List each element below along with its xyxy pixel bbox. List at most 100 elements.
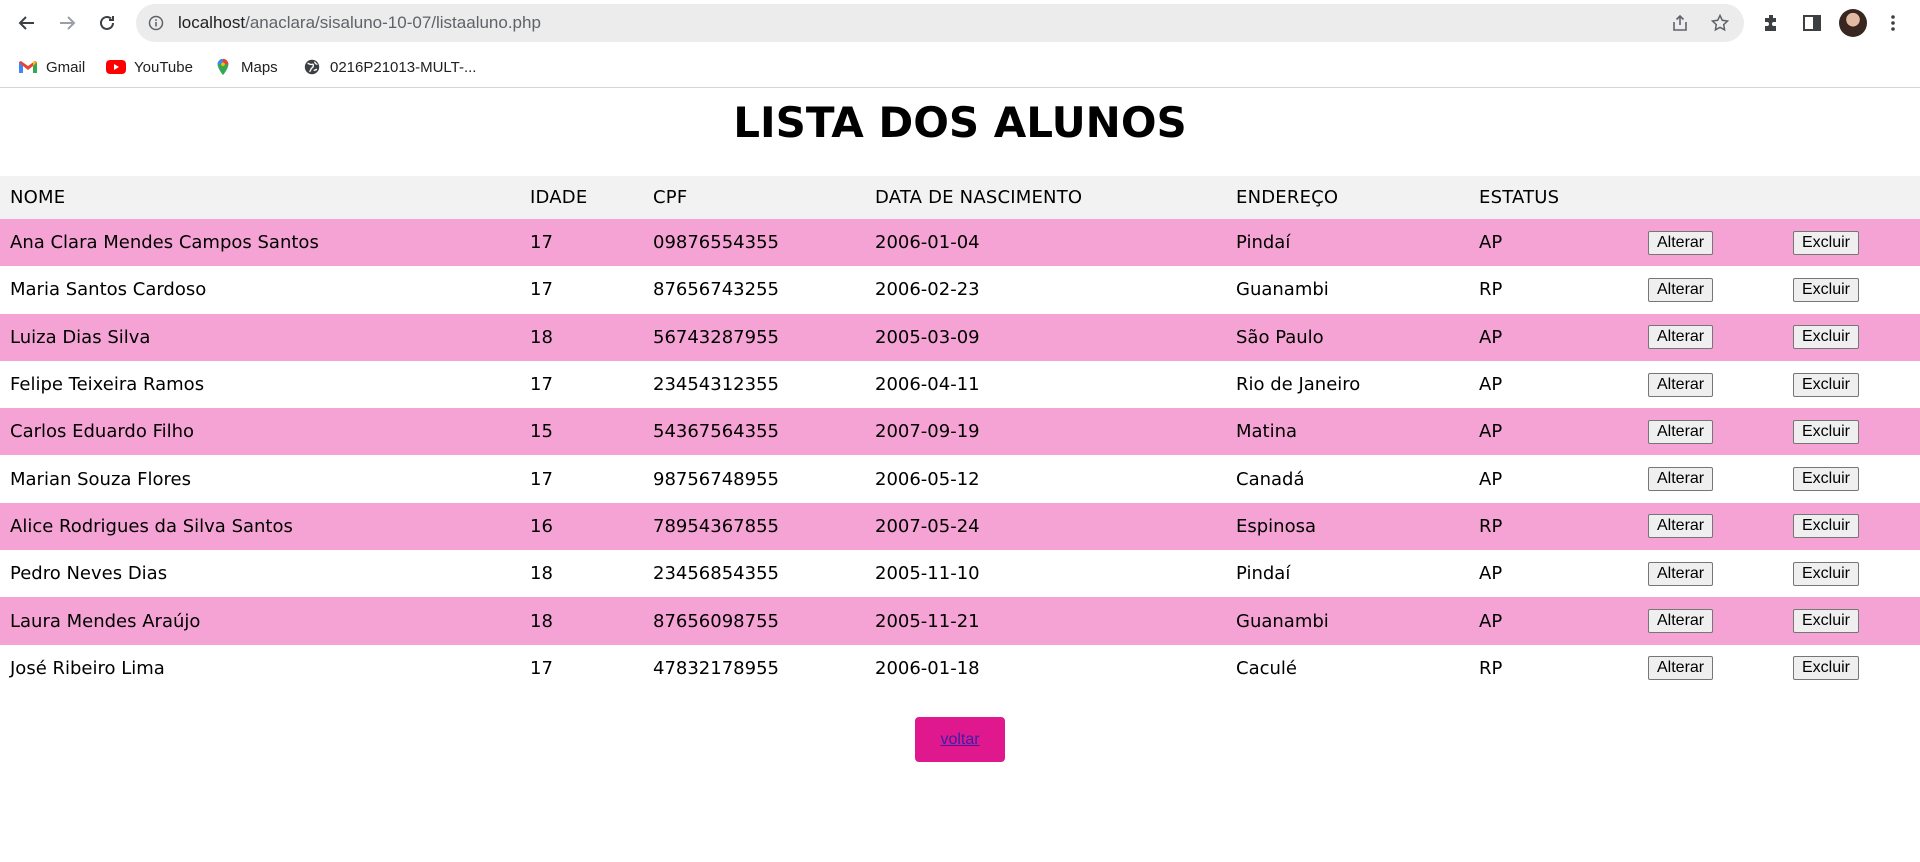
excluir-button[interactable]: Excluir	[1793, 419, 1860, 444]
cell-nome: Luiza Dias Silva	[0, 313, 520, 361]
alterar-button[interactable]: Alterar	[1648, 656, 1714, 681]
star-icon[interactable]	[1710, 13, 1730, 33]
cell-alterar: Alterar	[1628, 550, 1773, 598]
info-icon	[148, 15, 164, 31]
cell-data-nascimento: 2005-11-21	[865, 597, 1226, 645]
excluir-button[interactable]: Excluir	[1793, 467, 1860, 492]
cell-data-nascimento: 2005-03-09	[865, 313, 1226, 361]
cell-data-nascimento: 2005-11-10	[865, 550, 1226, 598]
excluir-button[interactable]: Excluir	[1793, 230, 1860, 255]
cell-excluir: Excluir	[1773, 266, 1920, 314]
table-row: Felipe Teixeira Ramos 17 23454312355 2006-0…	[0, 360, 1920, 409]
alterar-button[interactable]: Alterar	[1648, 609, 1714, 634]
alterar-button[interactable]: Alterar	[1648, 419, 1714, 444]
maps-icon	[217, 58, 229, 76]
cell-nome: José Ribeiro Lima	[0, 644, 520, 692]
cell-alterar: Alterar	[1628, 455, 1773, 503]
cell-cpf: 09876554355	[643, 219, 865, 267]
cell-excluir: Excluir	[1773, 644, 1920, 692]
col-header-estatus: ESTATUS	[1469, 176, 1628, 219]
cell-alterar: Alterar	[1628, 597, 1773, 645]
cell-excluir: Excluir	[1773, 219, 1920, 267]
cell-endereco: Rio de Janeiro	[1226, 360, 1469, 409]
col-header-alterar	[1628, 176, 1773, 219]
cell-estatus: AP	[1469, 313, 1628, 361]
excluir-button[interactable]: Excluir	[1793, 372, 1860, 397]
cell-excluir: Excluir	[1773, 408, 1920, 456]
excluir-button[interactable]: Excluir	[1793, 277, 1860, 302]
cell-endereco: Pindaí	[1226, 550, 1469, 598]
back-button[interactable]	[11, 7, 43, 39]
cell-idade: 18	[520, 313, 643, 361]
cell-cpf: 23454312355	[643, 360, 865, 409]
table-row: Marian Souza Flores 17 98756748955 2006-05-…	[0, 455, 1920, 503]
cell-estatus: RP	[1469, 644, 1628, 692]
cell-cpf: 78954367855	[643, 502, 865, 551]
alterar-button[interactable]: Alterar	[1648, 467, 1714, 492]
extensions-icon[interactable]	[1761, 12, 1783, 34]
cell-excluir: Excluir	[1773, 360, 1920, 409]
cell-estatus: RP	[1469, 502, 1628, 551]
cell-nome: Alice Rodrigues da Silva Santos	[0, 502, 520, 551]
cell-estatus: AP	[1469, 219, 1628, 267]
table-row: Carlos Eduardo Filho 15 54367564355 2007-09…	[0, 408, 1920, 456]
bookmark-gmail[interactable]: Gmail	[18, 56, 85, 78]
cell-nome: Felipe Teixeira Ramos	[0, 360, 520, 409]
cell-estatus: AP	[1469, 360, 1628, 409]
bookmark-label: YouTube	[134, 58, 193, 76]
excluir-button[interactable]: Excluir	[1793, 561, 1860, 586]
bookmark-mult[interactable]: 0216P21013-MULT-...	[302, 56, 476, 78]
youtube-icon	[106, 60, 126, 74]
cell-idade: 17	[520, 455, 643, 503]
excluir-button[interactable]: Excluir	[1793, 609, 1860, 634]
bookmark-maps[interactable]: Maps	[213, 56, 278, 78]
forward-button[interactable]	[51, 7, 83, 39]
cell-nome: Carlos Eduardo Filho	[0, 408, 520, 456]
alterar-button[interactable]: Alterar	[1648, 230, 1714, 255]
reload-button[interactable]	[91, 7, 123, 39]
address-bar[interactable]: localhost/anaclara/sisaluno-10-07/listaa…	[136, 4, 1744, 42]
table-row: José Ribeiro Lima 17 47832178955 2006-01-18…	[0, 644, 1920, 692]
voltar-link[interactable]: voltar	[940, 731, 979, 749]
page-title: LISTA DOS ALUNOS	[733, 98, 1187, 147]
cell-nome: Laura Mendes Araújo	[0, 597, 520, 645]
cell-cpf: 54367564355	[643, 408, 865, 456]
cell-excluir: Excluir	[1773, 502, 1920, 551]
cell-idade: 18	[520, 597, 643, 645]
alterar-button[interactable]: Alterar	[1648, 372, 1714, 397]
browser-toolbar: localhost/anaclara/sisaluno-10-07/listaa…	[0, 0, 1920, 46]
side-panel-icon[interactable]	[1801, 12, 1823, 34]
cell-endereco: São Paulo	[1226, 313, 1469, 361]
col-header-idade: IDADE	[520, 176, 643, 219]
excluir-button[interactable]: Excluir	[1793, 514, 1860, 539]
alterar-button[interactable]: Alterar	[1648, 277, 1714, 302]
cell-endereco: Pindaí	[1226, 219, 1469, 267]
cell-data-nascimento: 2006-01-18	[865, 644, 1226, 692]
alterar-button[interactable]: Alterar	[1648, 514, 1714, 539]
table-header-row: NOME IDADE CPF DATA DE NASCIMENTO ENDERE…	[0, 176, 1920, 219]
col-header-nome: NOME	[0, 176, 520, 219]
table-row: Alice Rodrigues da Silva Santos 16 7895436…	[0, 502, 1920, 551]
cell-alterar: Alterar	[1628, 502, 1773, 551]
col-header-excluir	[1773, 176, 1920, 219]
excluir-button[interactable]: Excluir	[1793, 325, 1860, 350]
cell-data-nascimento: 2006-04-11	[865, 360, 1226, 409]
cell-cpf: 56743287955	[643, 313, 865, 361]
url-text[interactable]: localhost/anaclara/sisaluno-10-07/listaa…	[178, 4, 541, 42]
profile-avatar[interactable]	[1839, 9, 1867, 37]
kebab-menu-icon[interactable]	[1882, 12, 1904, 34]
bookmark-youtube[interactable]: YouTube	[106, 56, 193, 78]
alterar-button[interactable]: Alterar	[1648, 325, 1714, 350]
excluir-button[interactable]: Excluir	[1793, 656, 1860, 681]
table-row: Laura Mendes Araújo 18 87656098755 2005-11-…	[0, 597, 1920, 645]
table-row: Luiza Dias Silva 18 56743287955 2005-03-09 S…	[0, 313, 1920, 361]
voltar-box: voltar	[915, 717, 1005, 762]
alterar-button[interactable]: Alterar	[1648, 561, 1714, 586]
cell-endereco: Canadá	[1226, 455, 1469, 503]
reload-icon	[100, 15, 114, 30]
cell-estatus: AP	[1469, 408, 1628, 456]
cell-cpf: 98756748955	[643, 455, 865, 503]
cell-data-nascimento: 2006-02-23	[865, 266, 1226, 314]
share-icon[interactable]	[1670, 13, 1690, 33]
cell-endereco: Guanambi	[1226, 597, 1469, 645]
